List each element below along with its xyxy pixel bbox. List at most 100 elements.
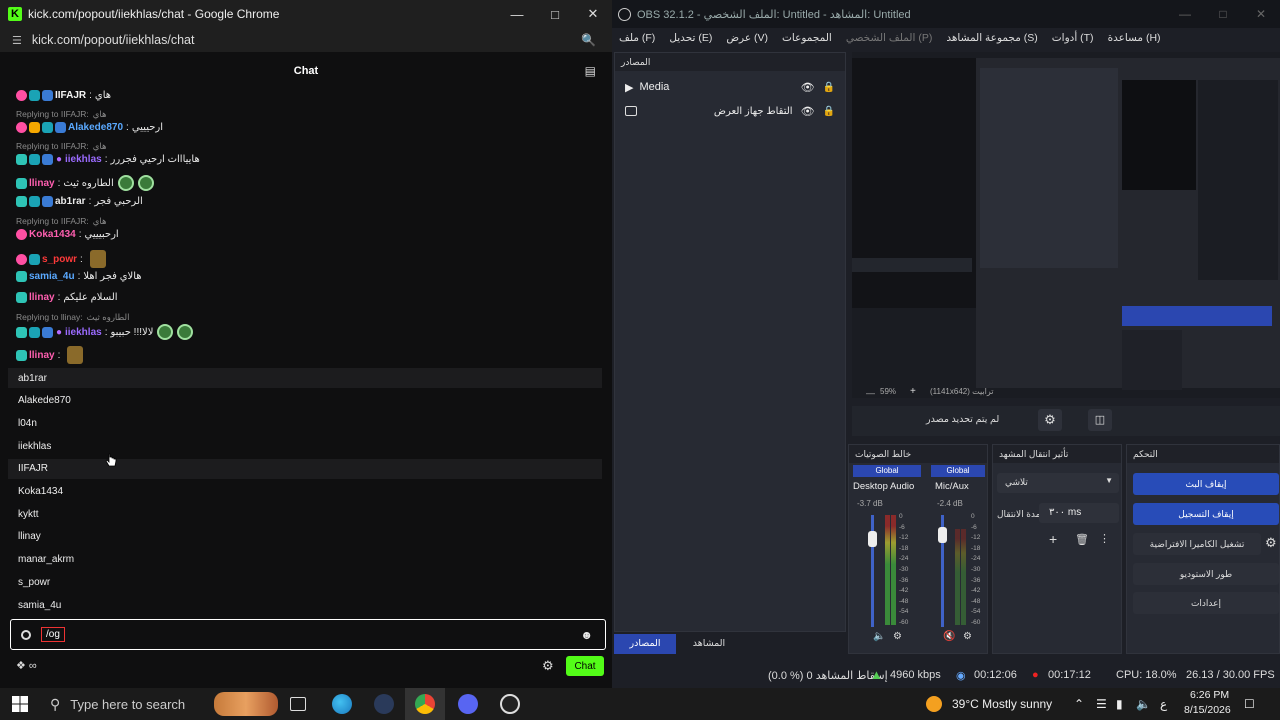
obs-menu-item[interactable]: المجموعات (782, 32, 832, 44)
obs-maximize-button[interactable]: □ (1204, 0, 1242, 28)
emote-picker-icon[interactable] (21, 629, 31, 640)
obs-menu-item[interactable]: مساعدة (H) (1108, 32, 1161, 44)
suggestion-item[interactable]: Koka1434 (8, 482, 602, 502)
studio-mode-button[interactable]: طور الاستوديو (1133, 563, 1279, 585)
chat-username[interactable]: llinay (29, 350, 55, 361)
windows-start-icon[interactable] (12, 696, 28, 712)
chat-username[interactable]: iiekhlas (65, 154, 102, 165)
clock-time[interactable]: 6:26 PM (1190, 689, 1229, 701)
chrome-taskbar-active[interactable] (405, 688, 445, 720)
transition-select[interactable]: تلاشي ▼ (997, 473, 1119, 493)
obs-close-button[interactable]: ✕ (1242, 0, 1280, 28)
source-row-media[interactable]: ▶ Media 👁 🔒 (625, 77, 835, 97)
chat-username[interactable]: llinay (29, 178, 55, 189)
lock-icon[interactable]: 🔒 (823, 106, 835, 117)
obs-menu-item[interactable]: ملف (F) (619, 32, 655, 44)
obs-menu-item[interactable]: الملف الشخصي (P) (846, 32, 933, 44)
url-text[interactable]: kick.com/popout/iiekhlas/chat (32, 33, 195, 47)
network-icon[interactable]: ☰ (1096, 697, 1107, 711)
weather-text[interactable]: 39°C Mostly sunny (952, 697, 1052, 711)
duration-input[interactable]: ٣٠٠ ms (1039, 503, 1119, 523)
gear-icon[interactable]: ⚙ (1038, 409, 1062, 431)
obs-menu-item[interactable]: مجموعة المشاهد (S) (946, 32, 1037, 44)
chat-input-value[interactable]: /og (41, 627, 65, 642)
reply-context[interactable]: Replying to IIFAJR: هاي (16, 141, 107, 152)
zoom-out-button[interactable]: — (866, 388, 875, 398)
chat-username[interactable]: s_powr (42, 254, 77, 265)
site-info-icon[interactable]: ☰ (12, 34, 22, 47)
language-indicator[interactable]: ع (1160, 697, 1167, 711)
chat-username[interactable]: samia_4u (29, 271, 75, 282)
volume-icon[interactable]: 🔈 (1136, 697, 1151, 711)
edge-icon[interactable] (332, 694, 352, 714)
tray-chevron-icon[interactable]: ⌃ (1074, 697, 1084, 711)
lock-icon[interactable]: 🔒 (823, 82, 835, 93)
chat-username[interactable]: llinay (29, 292, 55, 303)
suggestion-item[interactable]: l04n (8, 413, 602, 433)
settings-icon[interactable]: ⚙ (963, 631, 972, 642)
task-view-icon[interactable] (290, 697, 306, 711)
close-button[interactable]: ✕ (574, 0, 612, 28)
obs-menu-item[interactable]: تحديل (E) (669, 32, 712, 44)
muted-speaker-icon[interactable]: 🔇 (943, 631, 955, 642)
suggestion-item[interactable]: kyktt (8, 504, 602, 524)
send-chat-button[interactable]: Chat (566, 656, 604, 676)
chrome-icon[interactable] (415, 694, 435, 714)
obs-menu-item[interactable]: أدوات (T) (1052, 32, 1094, 44)
gear-icon[interactable]: ⚙ (1265, 535, 1277, 551)
reply-context[interactable]: Replying to llinay: الطاروه ثيث (16, 312, 129, 323)
volume-knob[interactable] (868, 531, 877, 547)
chat-username[interactable]: iiekhlas (65, 327, 102, 338)
suggestion-item[interactable]: Alakede870 (8, 391, 602, 411)
speaker-icon[interactable]: 🔈 (873, 631, 885, 642)
battery-icon[interactable]: ▮ (1116, 697, 1123, 711)
visibility-eye-icon[interactable]: 👁 (801, 81, 815, 94)
settings-button[interactable]: إعدادات (1133, 592, 1279, 614)
suggestion-item[interactable]: llinay (8, 527, 602, 547)
zoom-in-button[interactable]: + (910, 386, 916, 397)
stop-recording-button[interactable]: إيقاف التسجيل (1133, 503, 1279, 525)
add-icon[interactable]: + (1049, 531, 1057, 547)
zoom-icon[interactable]: 🔍 (581, 33, 596, 47)
discord-icon[interactable] (458, 694, 478, 714)
suggestion-item[interactable]: manar_akrm (8, 550, 602, 570)
chat-menu-icon[interactable]: ▤ (585, 64, 596, 78)
suggestion-item[interactable]: s_powr (8, 572, 602, 592)
notifications-icon[interactable]: ☐ (1244, 697, 1255, 711)
steam-icon[interactable] (374, 694, 394, 714)
maximize-button[interactable]: □ (536, 0, 574, 28)
stop-streaming-button[interactable]: إيقاف البث (1133, 473, 1279, 495)
clock-date[interactable]: 8/15/2026 (1184, 704, 1231, 716)
chat-username[interactable]: IIFAJR (55, 90, 86, 101)
obs-minimize-button[interactable]: — (1166, 0, 1204, 28)
smiley-icon[interactable]: ☻ (580, 628, 593, 642)
obs-taskbar-icon[interactable] (500, 694, 520, 714)
minimize-button[interactable]: — (498, 0, 536, 28)
preview-area[interactable]: — + (852, 52, 1280, 398)
volume-knob[interactable] (938, 527, 947, 543)
tab-sources[interactable]: المصادر (614, 634, 676, 654)
chat-username[interactable]: Alakede870 (68, 122, 123, 133)
chat-username[interactable]: ab1rar (55, 196, 86, 207)
settings-icon[interactable]: ⚙ (893, 631, 902, 642)
search-placeholder[interactable]: Type here to search (70, 697, 185, 712)
chat-input[interactable]: /og ☻ (10, 619, 606, 650)
trash-icon[interactable]: 🗑 (1075, 533, 1089, 546)
chat-tools-icon[interactable]: ❖ ∞ (16, 659, 37, 672)
tab-scenes[interactable]: المشاهد (678, 634, 740, 654)
suggestion-item[interactable]: samia_4u (8, 595, 602, 615)
virtual-camera-button[interactable]: تشغيل الكاميرا الافتراضية (1133, 533, 1261, 555)
suggestion-item[interactable]: IIFAJR (8, 458, 602, 479)
gear-icon[interactable]: ⚙ (542, 658, 554, 674)
more-icon[interactable]: ⋮ (1099, 532, 1110, 545)
obs-menu-item[interactable]: عرض (V) (726, 32, 768, 44)
filter-icon[interactable]: ◫ (1088, 409, 1112, 431)
suggestion-item[interactable]: iiekhlas (8, 436, 602, 456)
reply-context[interactable]: Replying to IIFAJR: هاي (16, 109, 107, 120)
chat-username[interactable]: Koka1434 (29, 229, 76, 240)
visibility-eye-icon[interactable]: 👁 (801, 105, 815, 118)
address-bar[interactable]: ☰ kick.com/popout/iiekhlas/chat 🔍 (0, 28, 612, 52)
suggestion-item[interactable]: ab1rar (8, 368, 602, 388)
reply-context[interactable]: Replying to IIFAJR: هاي (16, 216, 107, 227)
source-row-display[interactable]: التقاط جهاز العرض 👁 🔒 (625, 101, 835, 121)
